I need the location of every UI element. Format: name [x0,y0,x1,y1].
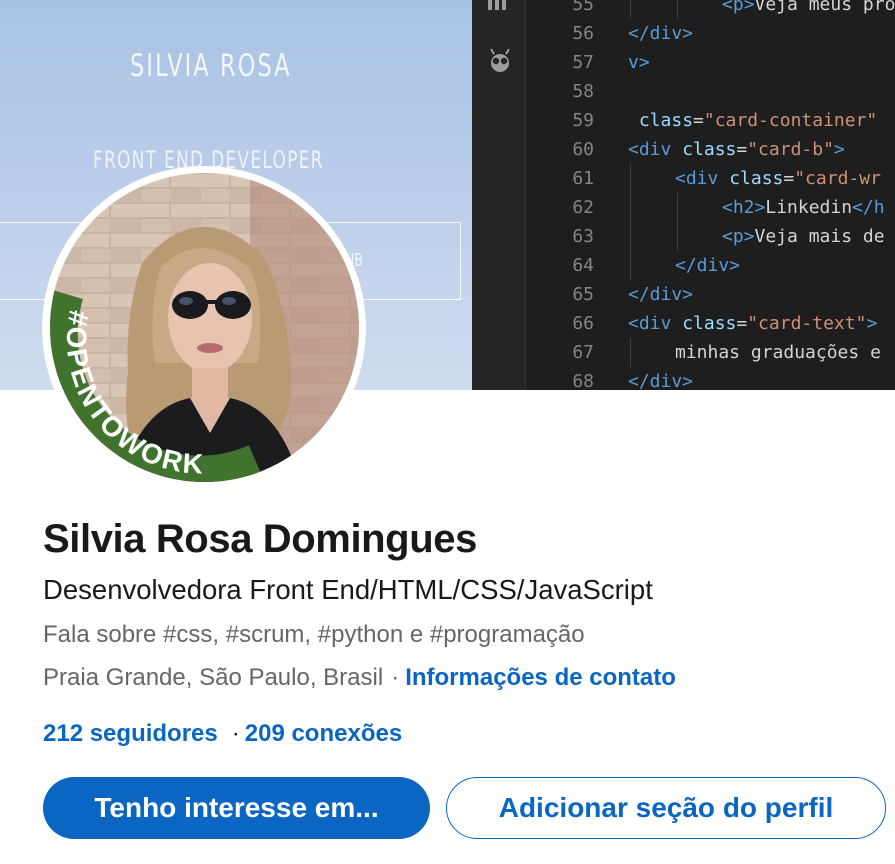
line-number: 61 [572,168,594,189]
line-number: 56 [572,23,594,44]
bug-icon [490,48,510,72]
indent-guide [630,222,631,251]
open-to-button[interactable]: Tenho interesse em... [43,777,430,839]
code-text: </div> [675,255,741,276]
indent-guide [630,164,631,193]
line-number: 66 [572,313,594,334]
code-text: class="card-container" [638,110,878,131]
code-line: 65 </div> [526,280,895,309]
line-number: 68 [572,371,594,390]
code-line: 66 <div class="card-text"> [526,309,895,338]
line-number: 67 [572,342,594,363]
indent-guide [677,0,678,19]
add-profile-section-button[interactable]: Adicionar seção do perfil [446,777,886,839]
indent-guide [630,251,631,280]
line-number: 65 [572,284,594,305]
indent-guide [630,338,631,367]
code-line: 55 <p>Veja meus projet [526,0,895,19]
code-line: 60 <div class="card-b"> [526,135,895,164]
code-line: 61 <div class="card-wr [526,164,895,193]
code-line: 68 </div> [526,367,895,390]
network-separator: · [231,720,240,747]
code-line: 63 <p>Veja mais de [526,222,895,251]
indent-guide [677,193,678,222]
banner-name-text: SILVIA ROSA [130,48,292,84]
profile-topics: Fala sobre #css, #scrum, #python e #prog… [43,621,585,648]
line-number: 64 [572,255,594,276]
contact-info-link[interactable]: Informações de contato [405,664,676,691]
code-text: <h2>Linkedin</h [722,197,885,218]
line-number: 55 [572,0,594,15]
code-line: 58 [526,77,895,106]
avatar-image: #OPENTOWORK [50,173,359,482]
code-text: </div> [628,371,694,390]
banner-code-editor: 55 <p>Veja meus projet 56 </div> 57 v> 58 59 cl… [472,0,895,390]
code-text: </div> [628,23,694,44]
line-number: 63 [572,226,594,247]
code-line: 57 v> [526,48,895,77]
indent-guide [630,193,631,222]
code-line: 59 class="card-container" [526,106,895,135]
code-text: v> [628,52,650,73]
code-line: 64 </div> [526,251,895,280]
line-number: 62 [572,197,594,218]
indent-guide [630,0,631,19]
profile-name: Silvia Rosa Domingues [43,517,477,561]
line-number: 60 [572,139,594,160]
location-separator: · [391,664,400,691]
code-text: </div> [628,284,694,305]
code-text: <p>Veja mais de [722,226,885,247]
editor-activity-bar [472,0,526,390]
profile-location: Praia Grande, São Paulo, Brasil [43,664,384,691]
code-line: 62 <h2>Linkedin</h [526,193,895,222]
code-lines: 55 <p>Veja meus projet 56 </div> 57 v> 58 59 cl… [526,0,895,390]
network-row: 212 seguidores · 209 conexões [43,720,402,748]
line-number: 59 [572,110,594,131]
profile-photo[interactable]: #OPENTOWORK [50,173,359,482]
line-number: 57 [572,52,594,73]
code-text: <div class="card-wr [675,168,881,189]
indent-guide [677,222,678,251]
code-line: 56 </div> [526,19,895,48]
location-row: Praia Grande, São Paulo, Brasil · Informaç… [43,664,676,692]
profile-headline: Desenvolvedora Front End/HTML/CSS/JavaSc… [43,574,653,605]
code-text: <div class="card-b"> [628,139,845,160]
followers-link[interactable]: 212 seguidores [43,720,218,747]
code-line: 67 minhas graduações e [526,338,895,367]
line-number: 58 [572,81,594,102]
code-text: <p>Veja meus projet [722,0,895,15]
code-text: minhas graduações e [675,342,881,363]
code-text: <div class="card-text"> [628,313,878,334]
extensions-icon [488,0,510,12]
connections-link[interactable]: 209 conexões [245,720,402,747]
